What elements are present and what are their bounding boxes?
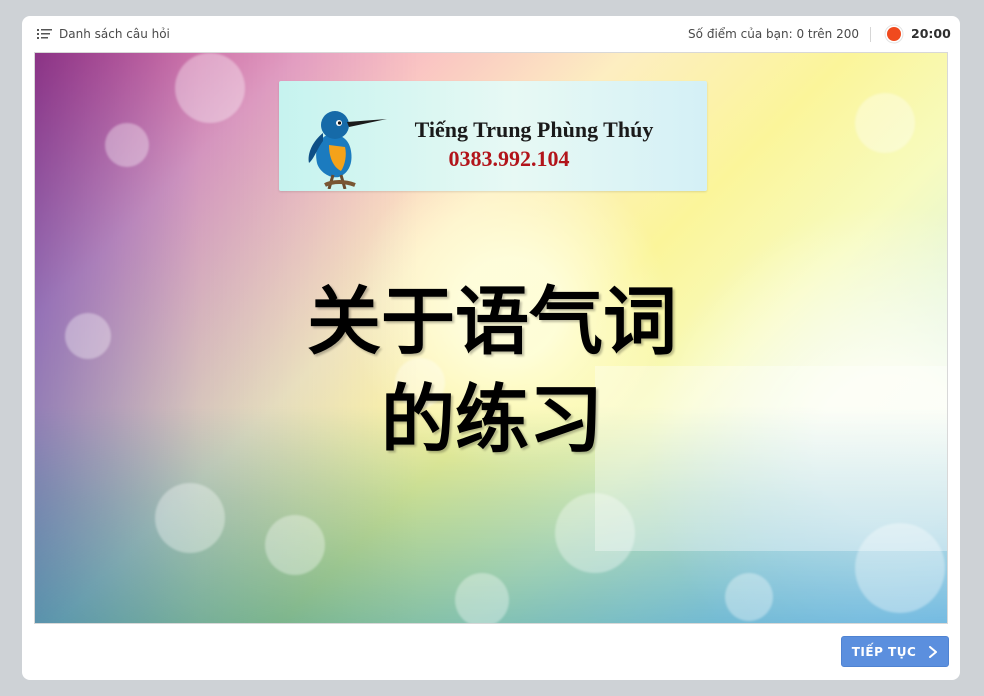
- headline-line-1: 关于语气词: [307, 279, 677, 365]
- kingfisher-bird-icon: [308, 111, 387, 189]
- bokeh-light: [105, 123, 149, 167]
- bokeh-light: [725, 573, 773, 621]
- bokeh-light: [265, 515, 325, 575]
- quiz-player: Danh sách câu hỏi Số điểm của bạn: 0 trê…: [22, 16, 960, 680]
- slide-canvas: Tiếng Trung Phùng Thúy 0383.992.104 关于语气…: [34, 52, 948, 624]
- question-list-button[interactable]: Danh sách câu hỏi: [37, 26, 170, 42]
- bokeh-light: [175, 53, 245, 123]
- next-button[interactable]: TIẾP TỤC: [841, 636, 949, 667]
- question-list-label: Danh sách câu hỏi: [59, 27, 170, 41]
- timer-dot-icon: [884, 24, 904, 44]
- headline-line-2: 的练习: [381, 377, 603, 463]
- chevron-right-icon: [929, 645, 938, 658]
- score-text: Số điểm của bạn: 0 trên 200: [688, 27, 859, 41]
- top-bar: Danh sách câu hỏi Số điểm của bạn: 0 trê…: [22, 16, 960, 52]
- next-button-label: TIẾP TỤC: [851, 644, 917, 659]
- slide-headline: 关于语气词 的练习: [35, 273, 947, 469]
- list-icon: [37, 29, 52, 39]
- footer-bar: TIẾP TỤC: [22, 624, 960, 680]
- banner-phone: 0383.992.104: [448, 146, 570, 171]
- divider: [870, 27, 871, 42]
- bokeh-light: [455, 573, 509, 623]
- bokeh-light: [155, 483, 225, 553]
- bokeh-light: [855, 93, 915, 153]
- banner-title: Tiếng Trung Phùng Thúy: [414, 117, 654, 142]
- timer-text: 20:00: [911, 26, 951, 41]
- logo-banner: Tiếng Trung Phùng Thúy 0383.992.104: [279, 81, 707, 191]
